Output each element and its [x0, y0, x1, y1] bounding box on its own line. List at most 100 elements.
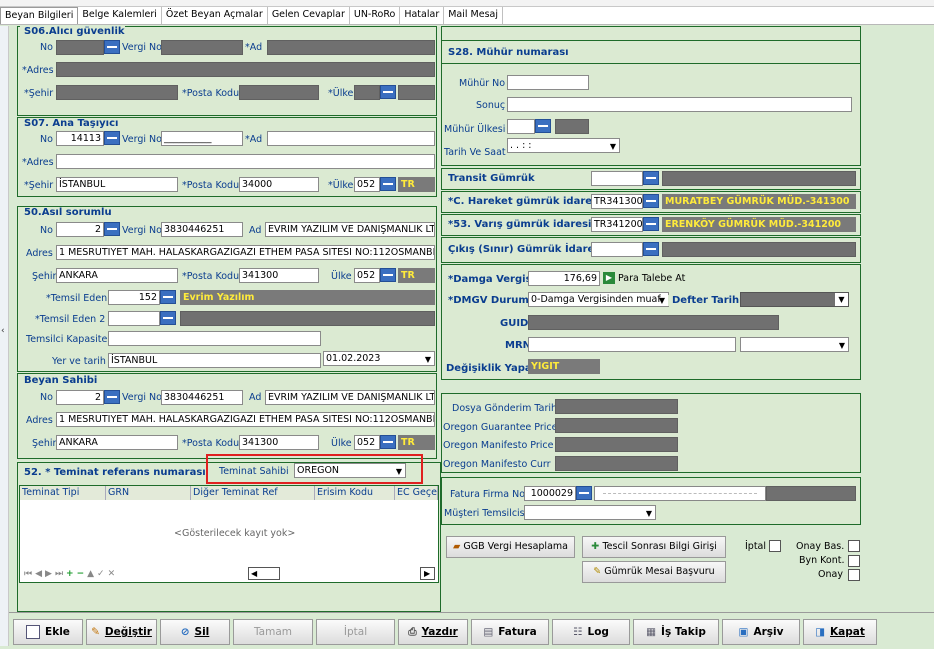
- s07-ulke-input[interactable]: 052: [354, 177, 380, 192]
- s50-temsil2-lookup-icon[interactable]: [160, 311, 176, 325]
- left-splitter[interactable]: ‹: [0, 26, 9, 646]
- hareket-input[interactable]: TR341300: [591, 194, 643, 209]
- s50-tarih-select[interactable]: 01.02.2023 ▼: [323, 351, 435, 366]
- muhur-ulkesi-input[interactable]: [507, 119, 535, 134]
- byn-kont-checkbox[interactable]: [848, 555, 860, 567]
- tab-belge-kalemleri[interactable]: Belge Kalemleri: [78, 7, 162, 24]
- varis-lookup-icon[interactable]: [643, 217, 659, 231]
- transit-input[interactable]: [591, 171, 643, 186]
- kapat-button[interactable]: ◨ Kapat: [803, 619, 877, 645]
- is-takip-button[interactable]: ▦ İş Takip: [633, 619, 719, 645]
- grid-hscroll-right[interactable]: ▶: [420, 567, 435, 580]
- fatura-firma-input[interactable]: 1000029: [524, 486, 576, 501]
- muhur-no-input[interactable]: [507, 75, 589, 90]
- s06-no-input[interactable]: [56, 40, 104, 55]
- beyan-no-lookup-icon[interactable]: [104, 390, 120, 404]
- transit-lookup-icon[interactable]: [643, 171, 659, 185]
- s50-no-input[interactable]: 2: [56, 222, 104, 237]
- s50-sehir-input[interactable]: ANKARA: [56, 268, 178, 283]
- para-talebe-label[interactable]: Para Talebe At: [618, 273, 685, 284]
- s07-vergi-input[interactable]: __________: [161, 131, 243, 146]
- col-ec-gecer[interactable]: EC Geçer: [395, 486, 438, 500]
- beyan-vergi-input[interactable]: 3830446251: [161, 390, 243, 405]
- onay-checkbox[interactable]: [848, 569, 860, 581]
- s06-ulke-input[interactable]: [354, 85, 380, 100]
- s07-ulke-lookup-icon[interactable]: [380, 177, 396, 191]
- s50-ulke-input[interactable]: 052: [354, 268, 380, 283]
- s50-adres-input[interactable]: 1 MESRUTIYET MAH. HALASKARGAZIGAZI ETHEM…: [56, 245, 435, 260]
- sil-button[interactable]: ⊘ Sil: [160, 619, 230, 645]
- tescil-button[interactable]: ✚ Tescil Sonrası Bilgi Girişi: [582, 536, 726, 558]
- col-diger-teminat-ref[interactable]: Diğer Teminat Ref: [191, 486, 315, 500]
- s06-vergi-input[interactable]: [161, 40, 243, 55]
- cikis-input[interactable]: [591, 242, 643, 257]
- s50-kapasite-input[interactable]: [108, 331, 321, 346]
- beyan-ad-input[interactable]: EVRIM YAZILIM VE DANIŞMANLIK LTI: [265, 390, 435, 405]
- tab-beyan-bilgileri[interactable]: Beyan Bilgileri: [0, 7, 79, 24]
- mrn-select[interactable]: ▼: [740, 337, 849, 352]
- s07-posta-input[interactable]: 34000: [239, 177, 319, 192]
- tab-mail-mesaj[interactable]: Mail Mesaj: [444, 7, 504, 24]
- teminat-sahibi-select[interactable]: OREGON ▼: [294, 463, 406, 478]
- degistir-button[interactable]: ✎ Değiştir: [86, 619, 157, 645]
- s07-no-input[interactable]: 14113: [56, 131, 104, 146]
- s06-adres-input[interactable]: [56, 62, 435, 77]
- ekle-button[interactable]: Ekle: [13, 619, 83, 645]
- beyan-ulke-lookup-icon[interactable]: [380, 435, 396, 449]
- s50-temsil2-input[interactable]: [108, 311, 160, 326]
- onay-bas-checkbox[interactable]: [848, 540, 860, 552]
- s07-adres-input[interactable]: [56, 154, 435, 169]
- tab-hatalar[interactable]: Hatalar: [400, 7, 445, 24]
- col-teminat-tipi[interactable]: Teminat Tipi: [20, 486, 106, 500]
- hareket-lookup-icon[interactable]: [643, 194, 659, 208]
- s50-ulke-lookup-icon[interactable]: [380, 268, 396, 282]
- s50-temsil-input[interactable]: 152: [108, 290, 160, 305]
- tab-ozet-beyan[interactable]: Özet Beyan Açmalar: [162, 7, 268, 24]
- col-grn[interactable]: GRN: [106, 486, 191, 500]
- sonuc-input[interactable]: [507, 97, 852, 112]
- s50-posta-input[interactable]: 341300: [239, 268, 319, 283]
- iptal-button[interactable]: İptal: [316, 619, 395, 645]
- s06-sehir-input[interactable]: [56, 85, 178, 100]
- damga-input[interactable]: 176,69: [528, 271, 600, 286]
- tab-gelen-cevaplar[interactable]: Gelen Cevaplar: [268, 7, 350, 24]
- beyan-ulke-input[interactable]: 052: [354, 435, 380, 450]
- gumruk-mesai-button[interactable]: ✎ Gümrük Mesai Başvuru: [582, 561, 726, 583]
- s06-ad-input[interactable]: [267, 40, 435, 55]
- tarih-saat-select[interactable]: . . : : ▼: [507, 138, 620, 153]
- log-button[interactable]: ☷ Log: [552, 619, 630, 645]
- tamam-button[interactable]: Tamam: [233, 619, 313, 645]
- s50-vergi-input[interactable]: 3830446251: [161, 222, 243, 237]
- para-talebe-icon[interactable]: ▶: [603, 272, 615, 284]
- grid-navigator[interactable]: ⏮◀▶⏭+−▲✓✕: [24, 569, 118, 579]
- ggb-button[interactable]: ▰ GGB Vergi Hesaplama: [446, 536, 575, 558]
- col-erisim-kodu[interactable]: Erisim Kodu: [315, 486, 395, 500]
- tab-un-roro[interactable]: UN-RoRo: [350, 7, 401, 24]
- dmgv-select[interactable]: 0-Damga Vergisinden muaf ▼: [528, 292, 669, 307]
- arsiv-button[interactable]: ▣ Arşiv: [722, 619, 800, 645]
- iptal-checkbox[interactable]: [769, 540, 781, 552]
- s06-posta-input[interactable]: [239, 85, 319, 100]
- fatura-button[interactable]: ▤ Fatura: [471, 619, 549, 645]
- s50-yer-input[interactable]: İSTANBUL: [108, 353, 321, 368]
- s50-temsil-lookup-icon[interactable]: [160, 290, 176, 304]
- s07-ad-input[interactable]: [267, 131, 435, 146]
- s07-sehir-input[interactable]: İSTANBUL: [56, 177, 178, 192]
- muhur-ulkesi-lookup-icon[interactable]: [535, 119, 551, 133]
- yazdir-button[interactable]: ⎙ Yazdır: [398, 619, 468, 645]
- beyan-no-input[interactable]: 2: [56, 390, 104, 405]
- beyan-posta-input[interactable]: 341300: [239, 435, 319, 450]
- s50-ad-input[interactable]: EVRIM YAZILIM VE DANIŞMANLIK LTI: [265, 222, 435, 237]
- s06-ulke-lookup-icon[interactable]: [380, 85, 396, 99]
- beyan-sehir-input[interactable]: ANKARA: [56, 435, 178, 450]
- s06-no-lookup-icon[interactable]: [104, 40, 120, 54]
- grid-hscroll[interactable]: ◀: [248, 567, 280, 580]
- mrn-input[interactable]: [528, 337, 736, 352]
- s50-no-lookup-icon[interactable]: [104, 222, 120, 236]
- beyan-adres-input[interactable]: 1 MESRUTIYET MAH. HALASKARGAZIGAZI ETHEM…: [56, 412, 435, 427]
- defter-select[interactable]: ▼: [740, 292, 849, 307]
- s07-no-lookup-icon[interactable]: [104, 131, 120, 145]
- musteri-select[interactable]: ▼: [524, 505, 656, 520]
- varis-input[interactable]: TR341200: [591, 217, 643, 232]
- cikis-lookup-icon[interactable]: [643, 242, 659, 256]
